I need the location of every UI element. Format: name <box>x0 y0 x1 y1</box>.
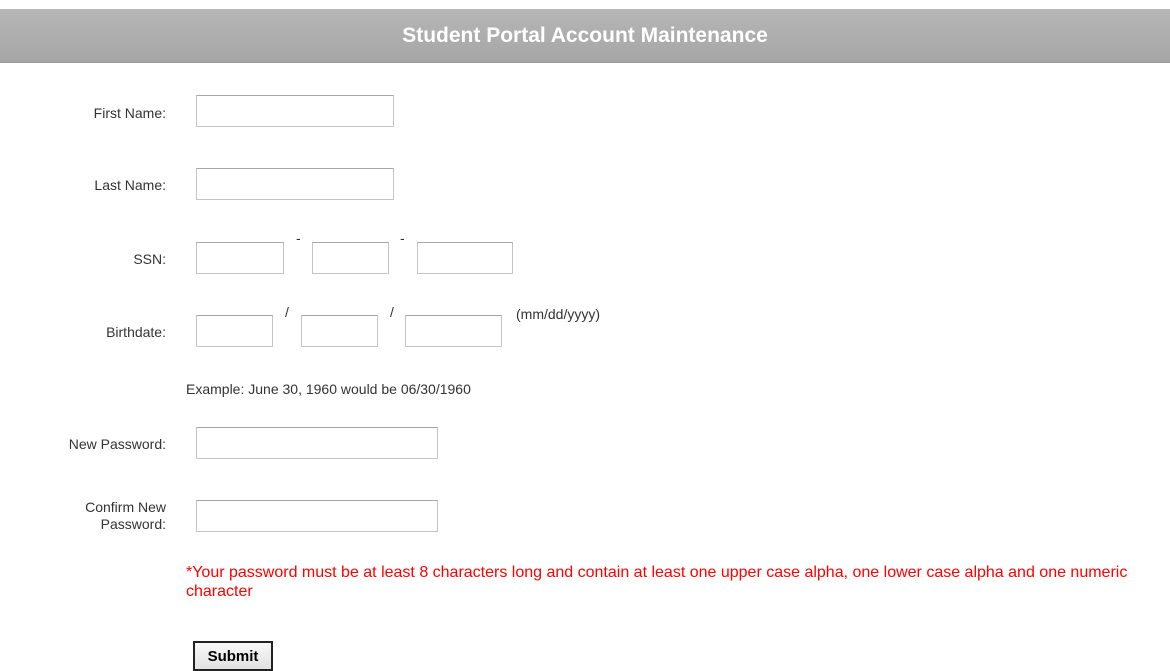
ssn-part1-field[interactable] <box>196 242 284 274</box>
birth-month-field[interactable] <box>196 315 273 347</box>
birthdate-separator: / <box>285 304 289 320</box>
confirm-password-field[interactable] <box>196 500 438 532</box>
ssn-label: SSN: <box>133 251 166 267</box>
confirm-password-label: Confirm New Password: <box>30 499 166 533</box>
password-requirements-note: *Your password must be at least 8 charac… <box>186 564 1128 600</box>
birth-year-field[interactable] <box>405 315 502 347</box>
birthdate-separator: / <box>390 304 394 320</box>
confirm-password-label-line1: Confirm New <box>85 499 166 515</box>
date-format-hint: (mm/dd/yyyy) <box>516 306 600 322</box>
first-name-label: First Name: <box>93 105 166 121</box>
ssn-separator: - <box>296 230 301 246</box>
ssn-separator: - <box>400 230 405 246</box>
new-password-label: New Password: <box>68 436 166 452</box>
page-title: Student Portal Account Maintenance <box>402 23 768 47</box>
ssn-part2-field[interactable] <box>312 242 389 274</box>
new-password-field[interactable] <box>196 427 438 459</box>
ssn-part3-field[interactable] <box>417 242 513 274</box>
last-name-label: Last Name: <box>94 177 166 193</box>
confirm-password-label-line2: Password: <box>100 516 166 532</box>
page-header: Student Portal Account Maintenance <box>0 9 1170 63</box>
birth-day-field[interactable] <box>301 315 378 347</box>
birthdate-label: Birthdate: <box>106 324 166 340</box>
first-name-field[interactable] <box>196 95 394 127</box>
last-name-field[interactable] <box>196 168 394 200</box>
birthdate-example: Example: June 30, 1960 would be 06/30/19… <box>186 381 471 397</box>
submit-button[interactable]: Submit <box>193 641 273 671</box>
